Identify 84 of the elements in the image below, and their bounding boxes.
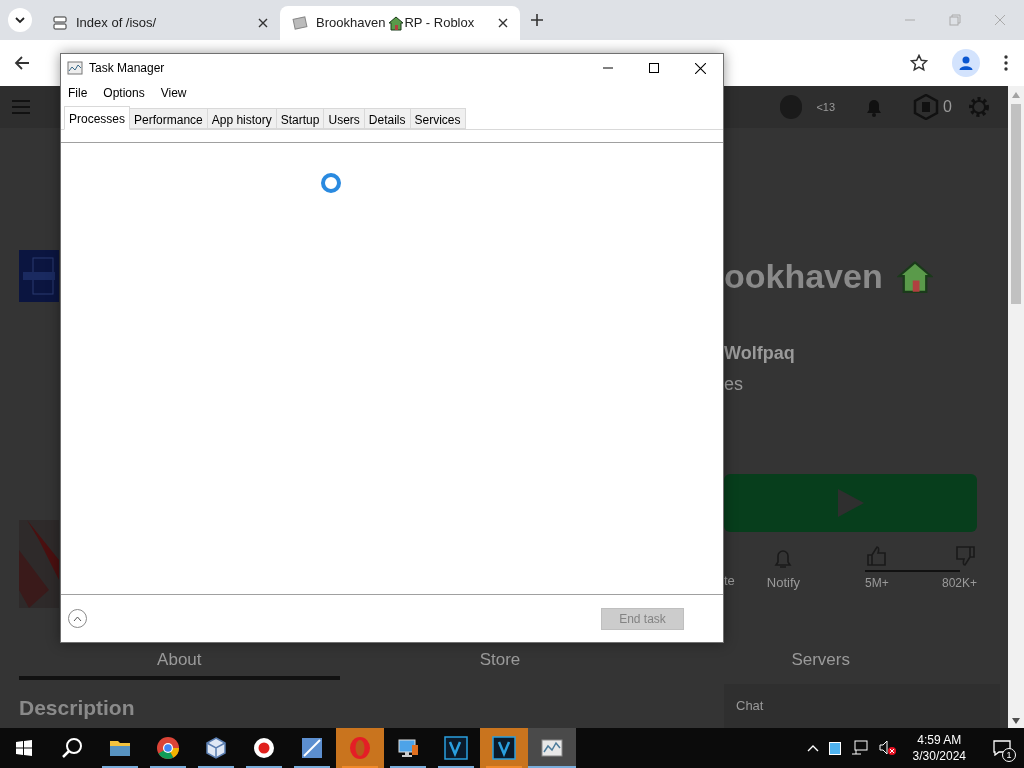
ring-icon bbox=[348, 736, 372, 760]
clock[interactable]: 4:59 AM 3/30/2024 bbox=[906, 732, 972, 764]
running-indicator bbox=[294, 766, 330, 768]
windows-icon bbox=[16, 740, 32, 756]
maximize-icon bbox=[649, 63, 659, 73]
notification-button[interactable]: 1 bbox=[988, 734, 1016, 762]
house-icon bbox=[388, 15, 405, 31]
message-icon bbox=[993, 740, 1011, 756]
game-meta: es bbox=[724, 373, 744, 396]
play-icon bbox=[835, 487, 866, 519]
chat-bar[interactable]: Chat bbox=[724, 684, 1000, 728]
close-icon[interactable] bbox=[498, 18, 508, 28]
running-indicator bbox=[486, 766, 522, 768]
tab-title: Brookhaven RP - Roblox bbox=[316, 14, 476, 33]
date-text: 3/30/2024 bbox=[912, 748, 966, 764]
window-tab[interactable]: Processes bbox=[64, 106, 131, 130]
chevron-up-icon[interactable] bbox=[806, 744, 819, 752]
running-indicator bbox=[528, 766, 576, 768]
v-icon bbox=[492, 736, 516, 760]
page-icon bbox=[292, 15, 308, 31]
tray-square-icon[interactable] bbox=[828, 741, 841, 755]
taskbar-app[interactable] bbox=[528, 728, 576, 768]
taskbar-app[interactable] bbox=[480, 728, 528, 768]
server-icon bbox=[52, 15, 68, 31]
scroll-down-icon[interactable] bbox=[1012, 718, 1020, 724]
robux-count: 0 bbox=[943, 97, 952, 117]
chart-window-icon bbox=[67, 60, 83, 76]
network-icon[interactable] bbox=[850, 740, 869, 756]
window-tab[interactable]: Startup bbox=[275, 108, 325, 129]
running-indicator bbox=[102, 766, 138, 768]
person-icon bbox=[958, 55, 974, 71]
age-label: <13 bbox=[816, 99, 836, 115]
chevron-up-icon bbox=[73, 615, 82, 622]
window-tab[interactable]: App history bbox=[206, 108, 277, 129]
menu-item[interactable]: File bbox=[67, 84, 89, 102]
downvote-count: 802K+ bbox=[941, 575, 977, 592]
creator-name: Wolfpaq bbox=[724, 342, 796, 365]
profile-avatar[interactable] bbox=[952, 49, 980, 77]
new-tab-icon[interactable] bbox=[530, 13, 544, 27]
time-text: 4:59 AM bbox=[917, 732, 962, 748]
close-icon bbox=[694, 62, 706, 74]
running-indicator bbox=[150, 766, 186, 768]
v-icon bbox=[444, 736, 468, 760]
browser-tab[interactable]: Brookhaven RP - Roblox bbox=[280, 6, 520, 40]
box-icon bbox=[300, 736, 324, 760]
running-indicator bbox=[390, 766, 426, 768]
menu-icon[interactable] bbox=[1004, 55, 1008, 71]
monitor-icon bbox=[396, 736, 420, 760]
running-indicator bbox=[198, 766, 234, 768]
running-indicator bbox=[342, 766, 378, 768]
game-title: ookhaven bbox=[724, 259, 883, 293]
page-tab[interactable]: Store bbox=[339, 644, 661, 680]
window-tab[interactable]: Services bbox=[409, 108, 466, 129]
upvote-count: 5M+ bbox=[865, 575, 889, 592]
tab-title: Index of /isos/ bbox=[76, 14, 158, 33]
star-icon[interactable] bbox=[910, 54, 928, 72]
tab-search-button[interactable] bbox=[8, 8, 32, 32]
window-tab[interactable]: Performance bbox=[129, 108, 208, 129]
scrollbar[interactable] bbox=[1008, 86, 1024, 728]
cube-icon bbox=[204, 736, 228, 760]
back-icon[interactable] bbox=[14, 55, 30, 71]
house-icon bbox=[896, 258, 933, 294]
record-icon bbox=[252, 736, 276, 760]
chart-window-icon bbox=[540, 736, 564, 760]
thumbs-up-icon[interactable] bbox=[865, 544, 889, 568]
page-tab[interactable]: Servers bbox=[660, 644, 981, 680]
window-tab[interactable]: Users bbox=[323, 108, 365, 129]
notify-button[interactable]: Notify bbox=[766, 546, 801, 592]
running-indicator bbox=[246, 766, 282, 768]
thumbs-down-icon[interactable] bbox=[953, 544, 977, 568]
muted-speaker-icon[interactable] bbox=[878, 740, 897, 756]
search-icon bbox=[61, 737, 83, 759]
running-indicator bbox=[438, 766, 474, 768]
chevron-down-icon bbox=[14, 14, 26, 26]
notification-count: 1 bbox=[1002, 748, 1016, 762]
window-tab[interactable]: Details bbox=[363, 108, 411, 129]
favorite-label[interactable]: te bbox=[724, 570, 735, 590]
window-title: Task Manager bbox=[89, 60, 165, 77]
chrome-icon bbox=[156, 736, 180, 760]
close-icon[interactable] bbox=[258, 18, 268, 28]
scroll-thumb[interactable] bbox=[1011, 104, 1021, 304]
menu-item[interactable]: Options bbox=[102, 84, 146, 102]
section-heading: Description bbox=[19, 695, 135, 721]
menu-item[interactable]: View bbox=[159, 84, 188, 102]
